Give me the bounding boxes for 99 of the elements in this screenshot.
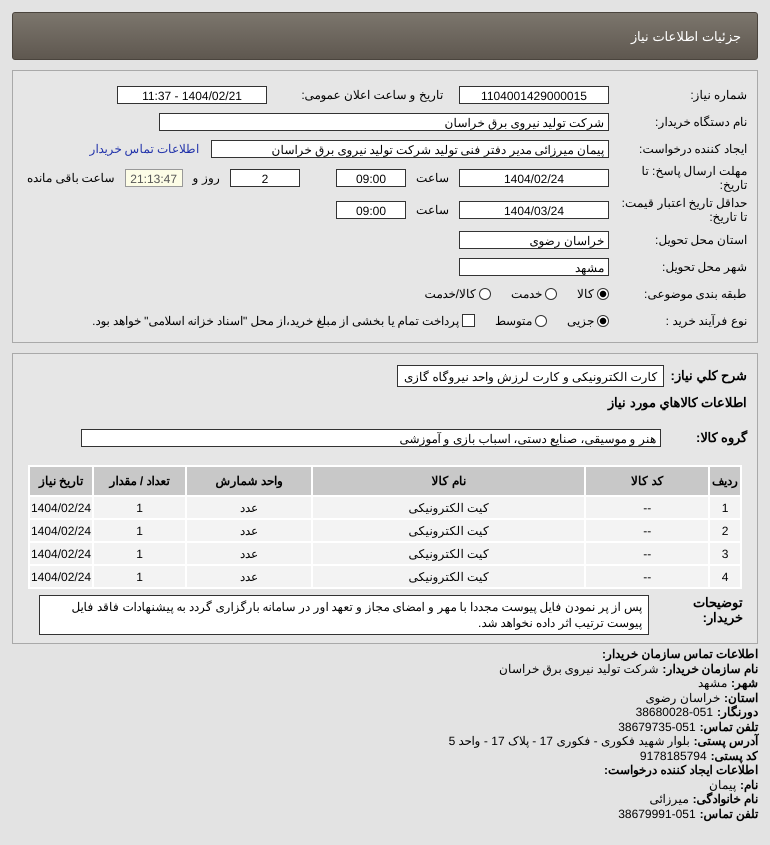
contact-label: دورنگار: xyxy=(717,705,758,719)
field-label: شهر محل تحویل: xyxy=(660,260,747,274)
table-cell: 1404/02/24 xyxy=(30,520,92,541)
radio-label: متوسط xyxy=(495,314,532,328)
table-cell: 1404/02/24 xyxy=(30,543,92,564)
field-label: استان محل تحویل: xyxy=(654,232,747,246)
table-cell: -- xyxy=(586,497,708,518)
table-cell: 1404/02/24 xyxy=(30,497,92,518)
contact-value: بلوار شهید فکوری - فکوری 17 - پلاک 17 - واحد 5 xyxy=(448,734,690,748)
section-title: اطلاعات کالاهاي مورد نياز xyxy=(606,394,748,412)
table-cell: عدد xyxy=(187,543,312,564)
table-cell: 4 xyxy=(710,566,740,587)
remaining-label: ساعت باقی مانده xyxy=(26,171,116,185)
table-cell: 1 xyxy=(94,520,186,541)
field-label: شرح کلي نياز: xyxy=(670,368,747,383)
column-header: واحد شمارش xyxy=(187,467,312,495)
contact-label: تلفن تماس: xyxy=(700,720,758,734)
days-label: روز و xyxy=(191,171,221,185)
table-cell: -- xyxy=(586,520,708,541)
contact-label: شهر: xyxy=(731,676,758,690)
contact-label: آدرس پستی: xyxy=(694,734,758,748)
radio-button[interactable] xyxy=(597,288,609,300)
announce-date-field: 1404/02/21 - 11:37 xyxy=(117,86,267,104)
table-cell: کیت الکترونیکی xyxy=(313,566,584,587)
radio-button[interactable] xyxy=(479,288,491,300)
contact-label: نام سازمان خریدار: xyxy=(662,662,758,676)
contact-value: شرکت تولید نیروی برق خراسان xyxy=(498,662,658,676)
contact-label: کد پستی: xyxy=(710,748,758,762)
radio-label: خدمت xyxy=(511,286,542,300)
table-cell: عدد xyxy=(187,520,312,541)
contact-value: خراسان رضوی xyxy=(646,690,720,704)
table-cell: 1 xyxy=(94,543,186,564)
contact-value: 051-38679991 xyxy=(618,806,696,820)
creator-field: پیمان میرزائی مدیر دفتر فنی تولید شرکت تولید نیروی برق خراسان xyxy=(211,140,609,158)
contact-value: 051-38679735 xyxy=(618,720,696,734)
contact-label: نام: xyxy=(740,778,758,792)
radio-label: جزیی xyxy=(567,314,594,328)
field-label: گروه کالا: xyxy=(695,430,747,445)
contact-label: نام خانوادگی: xyxy=(692,792,758,806)
goods-group-field: هنر و موسیقی، صنایع دستی، اسباب بازی و آموزشی xyxy=(81,428,661,446)
table-cell: 3 xyxy=(710,543,740,564)
buyer-contact-link[interactable]: اطلاعات تماس خریدار xyxy=(89,142,199,156)
field-label: نوع فرآیند خرید : xyxy=(664,314,747,328)
buyer-org-field: شرکت تولید نیروی برق خراسان xyxy=(159,112,609,130)
table-cell: -- xyxy=(586,543,708,564)
field-label: نام دستگاه خریدار: xyxy=(654,114,747,128)
radio-button[interactable] xyxy=(597,314,609,326)
summary-field: کارت الکترونیکی و کارت لرزش واحد نیروگاه گازی xyxy=(397,364,664,386)
field-label: توضیحات خریدار: xyxy=(692,595,743,625)
validity-time-field: 09:00 xyxy=(336,201,406,219)
radio-label: کالا xyxy=(577,286,594,300)
field-label: حداقل تاریخ اعتبار قیمت: تا تاریخ: xyxy=(620,196,747,224)
contact-heading: اطلاعات تماس سازمان خریدار: xyxy=(602,647,758,661)
checkbox-label: پرداخت تمام یا بخشی از مبلغ خرید،از محل "اسناد خزانه اسلامی" خواهد بود. xyxy=(92,314,459,328)
table-cell: 1 xyxy=(94,497,186,518)
radio-button[interactable] xyxy=(545,288,557,300)
deadline-date-field: 1404/02/24 xyxy=(459,169,609,187)
remaining-time-field: 21:13:47 xyxy=(124,169,183,187)
need-number-field: 1104001429000015 xyxy=(459,86,609,104)
column-header: تعداد / مقدار xyxy=(94,467,186,495)
table-cell: 1 xyxy=(94,566,186,587)
table-cell: 1 xyxy=(710,497,740,518)
table-cell: عدد xyxy=(187,566,312,587)
checkbox[interactable] xyxy=(462,314,475,327)
column-header: کد کالا xyxy=(586,467,708,495)
table-cell: -- xyxy=(586,566,708,587)
contact-heading: اطلاعات ایجاد کننده درخواست: xyxy=(604,763,758,777)
time-label: ساعت xyxy=(415,171,450,185)
table-cell: عدد xyxy=(187,497,312,518)
table-cell: کیت الکترونیکی xyxy=(313,497,584,518)
buyer-notes-field: پس از پر نمودن فایل پیوست مجددا با مهر و امضای مجاز و تعهد اور در سامانه بارگزاری گردد به پیشنهادات فاقد فایل پیوست ترتیب اثر داده نخواهد شد. xyxy=(39,595,649,635)
field-label: طبقه بندی موضوعی: xyxy=(642,286,747,300)
province-field: خراسان رضوی xyxy=(459,230,609,248)
radio-label: کالا/خدمت xyxy=(424,286,476,300)
table-cell: 1404/02/24 xyxy=(30,566,92,587)
contact-value: 051-38680028 xyxy=(636,705,713,719)
column-header: نام کالا xyxy=(313,467,584,495)
field-label: شماره نیاز: xyxy=(689,88,747,102)
field-label: ایجاد کننده درخواست: xyxy=(638,142,747,156)
column-header: ردیف xyxy=(710,467,740,495)
validity-date-field: 1404/03/24 xyxy=(459,201,609,219)
page-title: جزئیات اطلاعات نیاز xyxy=(630,28,741,44)
days-field: 2 xyxy=(230,169,300,187)
table-cell: کیت الکترونیکی xyxy=(313,520,584,541)
contact-value: مشهد xyxy=(698,676,727,690)
contact-label: استان: xyxy=(724,690,758,704)
table-cell: کیت الکترونیکی xyxy=(313,543,584,564)
city-field: مشهد xyxy=(459,258,609,276)
contact-value: پیمان xyxy=(709,778,736,792)
radio-button[interactable] xyxy=(535,314,547,326)
time-label: ساعت xyxy=(415,203,450,217)
contact-value: 9178185794 xyxy=(640,748,707,762)
contact-label: تلفن تماس: xyxy=(700,806,758,820)
contact-value: میرزائی xyxy=(650,792,689,806)
field-label: مهلت ارسال پاسخ: تا تاریخ: xyxy=(640,164,747,192)
field-label: تاریخ و ساعت اعلان عمومی: xyxy=(300,88,444,102)
table-cell: 2 xyxy=(710,520,740,541)
column-header: تاریخ نیاز xyxy=(30,467,92,495)
deadline-time-field: 09:00 xyxy=(336,169,406,187)
